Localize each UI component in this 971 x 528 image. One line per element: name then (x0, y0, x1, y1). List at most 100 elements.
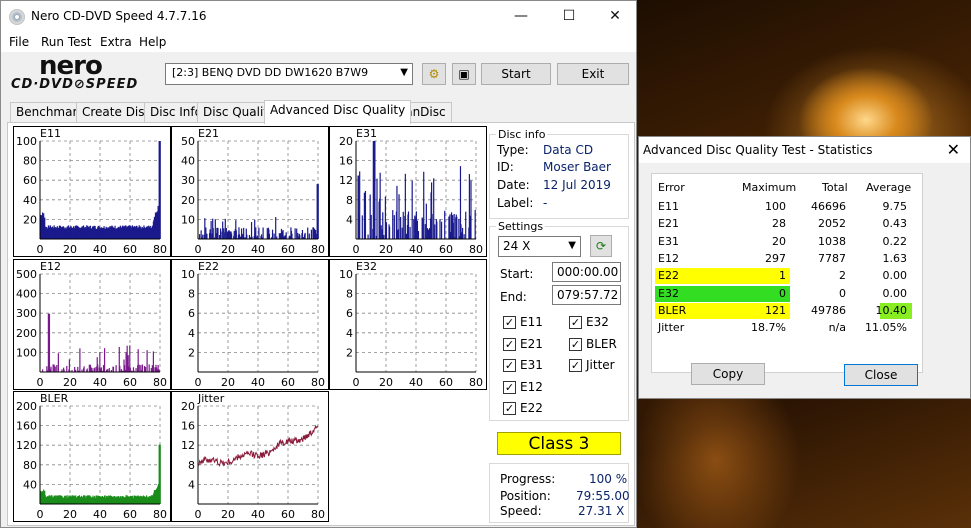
data-bar (238, 234, 241, 239)
statistics-title[interactable]: Advanced Disc Quality Test - Statistics (639, 137, 970, 163)
x-tick-label: 0 (37, 376, 44, 389)
data-bar (48, 313, 51, 372)
chart-e12: 100 200 300 400 500 0 20 40 60 80 E12 (13, 259, 171, 390)
data-bar (440, 221, 443, 239)
refresh-drives-button[interactable]: ⚙ (422, 63, 446, 85)
checkbox-bler[interactable]: ✓ (569, 337, 582, 351)
chart-title: E11 (40, 127, 61, 140)
data-bar (402, 211, 404, 239)
data-bar (204, 218, 206, 239)
checkbox-e21[interactable]: ✓ (503, 337, 516, 351)
y-tick-label: 16 (339, 155, 353, 168)
x-tick-label: 40 (93, 508, 107, 521)
statistics-close-icon[interactable]: ✕ (947, 140, 960, 159)
data-bar (57, 353, 59, 372)
data-bar (275, 217, 277, 239)
start-button[interactable]: Start (481, 63, 551, 85)
speed-label: Speed: (500, 504, 542, 518)
save-button[interactable]: ▣ (452, 63, 476, 85)
speed-dropdown[interactable]: 24 X ▼ (498, 236, 581, 257)
y-tick-label: 100 (16, 135, 37, 148)
refresh-icon: ⟳ (595, 239, 607, 253)
cell-total: 2 (839, 269, 846, 283)
end-time-input[interactable]: 079:57.72 (552, 285, 621, 305)
drive-dropdown[interactable]: [2:3] BENQ DVD DD DW1620 B7W9 ▼ (165, 63, 413, 85)
data-bar (460, 224, 462, 239)
checkbox-e12[interactable]: ✓ (503, 380, 516, 394)
data-bar (294, 228, 296, 239)
menu-bar: File Run Test Extra Help (1, 32, 636, 52)
data-bar (53, 364, 55, 372)
exit-button[interactable]: Exit (557, 63, 629, 85)
data-bar (361, 215, 363, 239)
y-tick-label: 16 (181, 420, 195, 433)
data-bar (217, 227, 219, 239)
data-bar (433, 178, 435, 239)
refresh-speed-button[interactable]: ⟳ (590, 235, 612, 257)
chart-e22: 2 4 6 8 10 0 20 40 60 80 E22 (171, 259, 329, 390)
y-tick-label: 4 (188, 327, 195, 340)
x-tick-label: 60 (123, 508, 137, 521)
y-tick-label: 80 (23, 155, 37, 168)
cell-average: 11.05% (865, 321, 907, 335)
cell-maximum: 0 (779, 286, 786, 300)
start-time-input[interactable]: 000:00.00 (552, 262, 621, 282)
tab-advanced-disc-quality[interactable]: Advanced Disc Quality (264, 100, 412, 124)
header-average: Average (866, 181, 912, 194)
data-bar (465, 211, 467, 239)
data-bar (407, 211, 410, 239)
data-bar (233, 231, 235, 239)
data-bar (86, 368, 88, 372)
data-bar (431, 213, 433, 239)
data-bar (285, 232, 287, 239)
x-tick-label: 60 (123, 376, 137, 389)
data-bar (450, 212, 453, 239)
cell-maximum: 18.7% (751, 321, 786, 335)
data-bar (376, 178, 378, 239)
data-bar (224, 218, 226, 239)
checkbox-e31[interactable]: ✓ (503, 359, 516, 372)
y-tick-label: 80 (23, 459, 37, 472)
minimize-button[interactable]: — (498, 1, 544, 32)
data-bar (258, 227, 260, 239)
data-bar (222, 221, 224, 239)
menu-run-test[interactable]: Run Test (41, 35, 91, 49)
statistics-header-row: Error Maximum Total Average (652, 180, 924, 197)
data-bar (144, 366, 147, 372)
data-bar (129, 367, 131, 372)
menu-extra[interactable]: Extra (100, 35, 132, 49)
checkbox-e22[interactable]: ✓ (503, 402, 516, 415)
cell-average: 9.75 (882, 200, 908, 213)
close-button[interactable]: ✕ (592, 1, 638, 32)
copy-button[interactable]: Copy (691, 363, 765, 385)
data-bar (212, 228, 214, 239)
y-tick-label: 10 (339, 268, 353, 281)
cell-maximum: 121 (765, 303, 786, 317)
data-bar (198, 234, 201, 239)
data-bar (385, 222, 388, 239)
title-bar[interactable]: Nero CD-DVD Speed 4.7.7.16 — ☐ ✕ (1, 1, 636, 32)
cell-error: E21 (658, 217, 679, 231)
menu-file[interactable]: File (9, 35, 29, 49)
data-bar (315, 230, 317, 239)
chevron-down-icon: ▼ (568, 240, 576, 251)
x-tick-label: 80 (153, 243, 167, 256)
x-tick-label: 40 (93, 376, 107, 389)
main-window: Nero CD-DVD Speed 4.7.7.16 — ☐ ✕ File Ru… (0, 0, 637, 528)
checkbox-jitter[interactable]: ✓ (569, 359, 582, 372)
statistics-close-button[interactable]: Close (844, 364, 918, 386)
maximize-button[interactable]: ☐ (546, 1, 592, 32)
data-bar (401, 227, 403, 239)
x-tick-label: 80 (311, 376, 325, 389)
data-bar (79, 348, 81, 372)
data-bar (458, 218, 460, 239)
chevron-down-icon: ▼ (400, 67, 408, 78)
chart-title: E31 (356, 127, 377, 140)
checkbox-e11[interactable]: ✓ (503, 316, 516, 329)
drive-config-icon: ⚙ (428, 67, 440, 81)
chart-title: E12 (40, 260, 61, 273)
label-label: Label: (497, 196, 534, 210)
menu-help[interactable]: Help (139, 35, 166, 49)
checkbox-e32[interactable]: ✓ (569, 316, 582, 329)
x-tick-label: 80 (469, 243, 483, 256)
